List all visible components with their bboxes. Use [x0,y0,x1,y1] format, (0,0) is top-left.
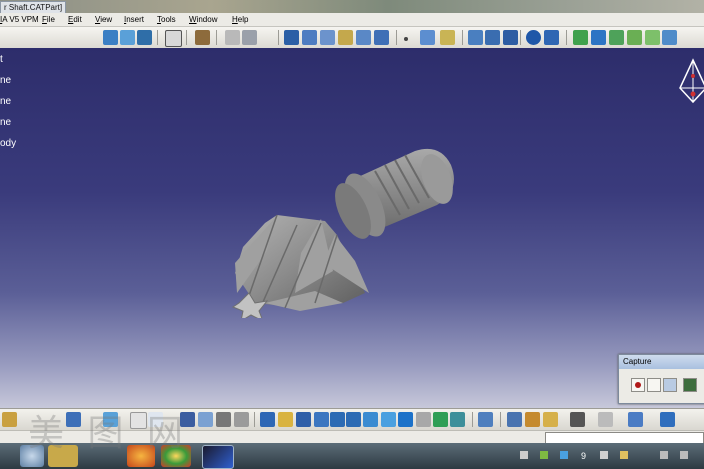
translate-icon[interactable] [485,30,500,45]
menu-help[interactable]: Help [232,13,248,26]
menu-window[interactable]: Window [189,13,217,26]
gear-shaft-model[interactable] [225,143,460,318]
3d-viewport[interactable]: t ne ne ne ody [0,48,704,408]
groove-icon[interactable] [338,30,353,45]
top-toolbar [0,27,704,49]
swap-visible-icon[interactable] [450,412,465,427]
fly-mode-icon[interactable] [260,412,275,427]
lock-icon[interactable] [216,412,231,427]
formula-icon[interactable] [165,30,182,47]
iso-view-icon[interactable] [398,412,413,427]
update-icon[interactable] [2,412,17,427]
tray-icon[interactable] [600,451,608,459]
tree-item[interactable]: ne [0,96,11,107]
menu-file[interactable]: File [42,13,55,26]
extrude-surface-icon[interactable] [591,30,606,45]
menu-tools[interactable]: Tools [157,13,176,26]
capture-screen-icon[interactable] [663,378,677,392]
capture-album-icon[interactable] [683,378,697,392]
surface-icon[interactable] [573,30,588,45]
capture-toolbar: Capture [618,354,704,404]
zoom-in-icon[interactable] [330,412,345,427]
pan-icon[interactable] [296,412,311,427]
sketch-icon[interactable] [103,30,118,45]
tree-graph-icon[interactable] [198,412,213,427]
line-icon[interactable] [420,30,435,45]
offset-surface-icon[interactable] [662,30,677,45]
app-name-label: IA V5 VPM [0,15,39,24]
menu-view[interactable]: View [95,13,112,26]
measure-icon[interactable] [234,412,249,427]
transform-icon[interactable] [468,30,483,45]
sketch-positioned-icon[interactable] [120,30,135,45]
refresh-icon[interactable] [660,412,675,427]
revolve-surface-icon[interactable] [609,30,624,45]
analysis-icon[interactable] [598,412,613,427]
pad-icon[interactable] [284,30,299,45]
tree-item[interactable]: ody [0,138,16,149]
watermark: 美 图 网 [28,413,189,454]
compass-icon[interactable] [678,58,704,106]
network-icon[interactable] [680,451,688,459]
view-mode-icon[interactable] [628,412,643,427]
knowledge-icon[interactable] [195,30,210,45]
tray-icon[interactable] [620,451,628,459]
pocket-icon[interactable] [302,30,317,45]
shaft-icon[interactable] [320,30,335,45]
fit-all-icon[interactable] [278,412,293,427]
tray-icon[interactable] [560,451,568,459]
tray-icon[interactable] [520,451,528,459]
hide-show-icon[interactable] [433,412,448,427]
multi-view-icon[interactable] [381,412,396,427]
select-icon[interactable] [647,378,661,392]
measure-between-icon[interactable] [507,412,522,427]
normal-view-icon[interactable] [363,412,378,427]
tree-item[interactable]: ne [0,117,11,128]
axis-system-icon[interactable] [225,30,240,45]
zoom-out-icon[interactable] [346,412,361,427]
circle-icon[interactable] [526,30,541,45]
menu-insert[interactable]: Insert [124,13,144,26]
title-bar: r Shaft.CATPart] [0,0,704,14]
menu-bar: IA V5 VPM File Edit View Insert Tools Wi… [0,13,704,27]
measure-item-icon[interactable] [525,412,540,427]
rotate-view-icon[interactable] [314,412,329,427]
catia-task-icon[interactable] [202,445,234,469]
capture-title: Capture [619,355,704,369]
apply-material-icon[interactable] [543,412,558,427]
tray-icon[interactable] [540,451,548,459]
catalog-icon[interactable] [478,412,493,427]
body-icon[interactable] [242,30,257,45]
camera-icon[interactable] [570,412,585,427]
point-icon[interactable] [404,37,408,41]
tray-number: 9 [581,451,587,461]
plane-icon[interactable] [440,30,455,45]
sketch-output-icon[interactable] [137,30,152,45]
record-button[interactable] [631,378,645,392]
sphere-surface-icon[interactable] [627,30,642,45]
rib-icon[interactable] [374,30,389,45]
menu-edit[interactable]: Edit [68,13,82,26]
shading-icon[interactable] [416,412,431,427]
tree-item[interactable]: ne [0,75,11,86]
cylinder-surface-icon[interactable] [645,30,660,45]
hole-icon[interactable] [356,30,371,45]
volume-icon[interactable] [660,451,668,459]
spline-icon[interactable] [544,30,559,45]
tree-item[interactable]: t [0,54,3,65]
rotate-icon[interactable] [503,30,518,45]
